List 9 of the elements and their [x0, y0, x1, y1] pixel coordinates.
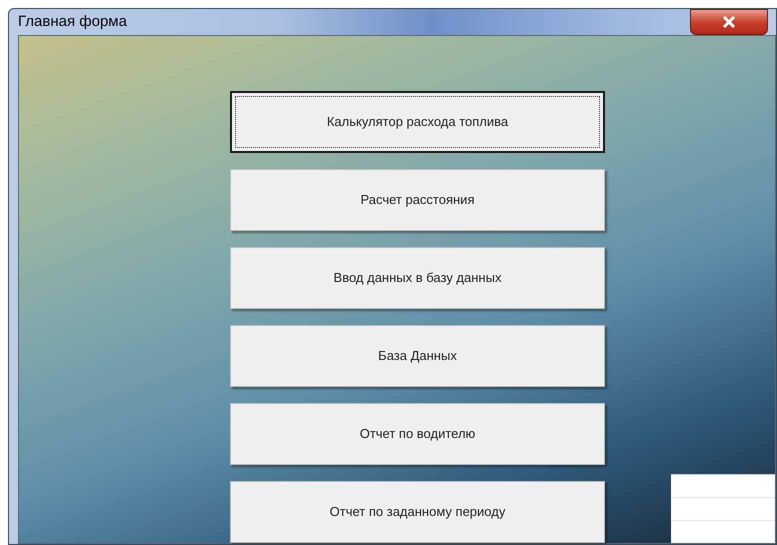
window-title: Главная форма — [18, 12, 127, 32]
close-icon — [722, 16, 736, 28]
menu-button[interactable]: Отчет по заданному периоду — [230, 481, 605, 543]
menu-button[interactable]: Отчет по водителю — [230, 403, 605, 465]
menu-button[interactable]: Ввод данных в базу данных — [230, 247, 605, 309]
close-button[interactable] — [690, 9, 768, 35]
menu-button[interactable]: Расчет расстояния — [230, 169, 605, 231]
menu-button[interactable]: Калькулятор расхода топлива — [230, 91, 605, 153]
menu-button[interactable]: База Данных — [230, 325, 605, 387]
